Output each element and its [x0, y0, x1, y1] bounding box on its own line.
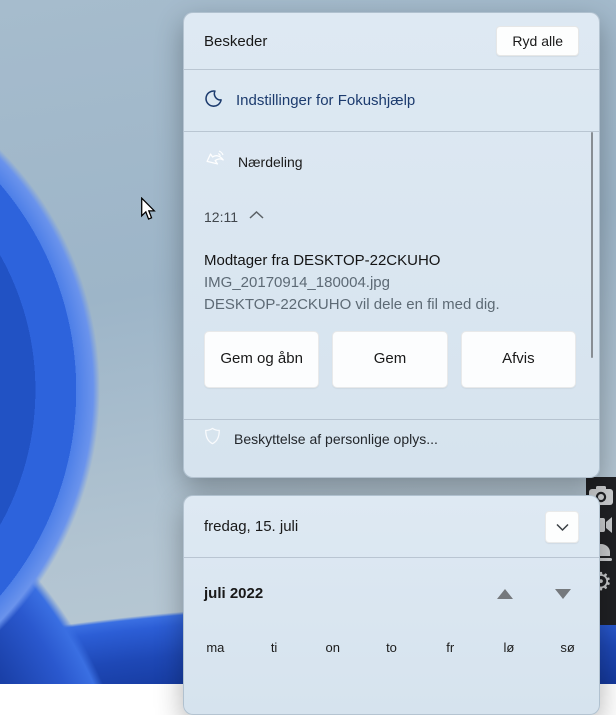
calendar-month-label: juli 2022 — [204, 585, 497, 602]
notification-timestamp: 12:11 — [204, 209, 238, 225]
notification-center-header: Beskeder Ryd alle — [184, 13, 599, 69]
weekday-label: on — [303, 640, 362, 655]
weekday-label: to — [362, 640, 421, 655]
save-and-open-button[interactable]: Gem og åbn — [204, 331, 319, 388]
calendar-month-row: juli 2022 — [184, 558, 599, 602]
calendar-collapse-button[interactable] — [545, 511, 579, 543]
calendar-prev-month-icon[interactable] — [497, 589, 513, 599]
notification-time-row: 12:11 — [184, 175, 599, 226]
notification-actions: Gem og åbn Gem Afvis — [184, 313, 599, 388]
notification-message: DESKTOP-22CKUHO vil dele en fil med dig. — [184, 291, 599, 313]
mouse-cursor — [140, 197, 156, 226]
notification-title: Modtager fra DESKTOP-22CKUHO — [184, 226, 599, 269]
save-button[interactable]: Gem — [332, 331, 447, 388]
notification-app-row: Nærdeling — [184, 132, 599, 175]
chevron-down-icon — [555, 522, 570, 532]
notification-app-name: Nærdeling — [238, 154, 303, 170]
calendar-weekday-row: ma ti on to fr lø sø — [184, 640, 599, 655]
decline-button[interactable]: Afvis — [461, 331, 576, 388]
notification-center-panel: Beskeder Ryd alle Indstillinger for Foku… — [183, 12, 600, 478]
calendar-date-label: fredag, 15. juli — [204, 518, 298, 535]
scrollbar[interactable] — [591, 132, 593, 358]
weekday-label: ti — [245, 640, 304, 655]
collapsed-notification-group[interactable]: Beskyttelse af personlige oplys... — [184, 420, 599, 457]
focus-assist-settings-link[interactable]: Indstillinger for Fokushjælp — [184, 70, 599, 131]
weekday-label: lø — [480, 640, 539, 655]
nearby-sharing-icon — [204, 148, 226, 175]
chevron-up-icon[interactable] — [248, 208, 265, 226]
panel-title: Beskeder — [204, 33, 267, 50]
focus-assist-moon-icon — [204, 89, 223, 113]
weekday-label: ma — [186, 640, 245, 655]
calendar-header: fredag, 15. juli — [184, 496, 599, 557]
weekday-label: sø — [538, 640, 597, 655]
weekday-label: fr — [421, 640, 480, 655]
shield-icon — [204, 427, 221, 450]
focus-assist-settings-label: Indstillinger for Fokushjælp — [236, 92, 415, 109]
clear-all-button[interactable]: Ryd alle — [496, 26, 579, 56]
notification-card[interactable]: Nærdeling 12:11 Modtager fra DESKTOP-22C… — [184, 132, 599, 419]
calendar-next-month-icon[interactable] — [555, 589, 571, 599]
notification-filename: IMG_20170914_180004.jpg — [184, 269, 599, 291]
calendar-panel: fredag, 15. juli juli 2022 ma ti on to f… — [183, 495, 600, 715]
collapsed-notification-label: Beskyttelse af personlige oplys... — [234, 431, 438, 447]
